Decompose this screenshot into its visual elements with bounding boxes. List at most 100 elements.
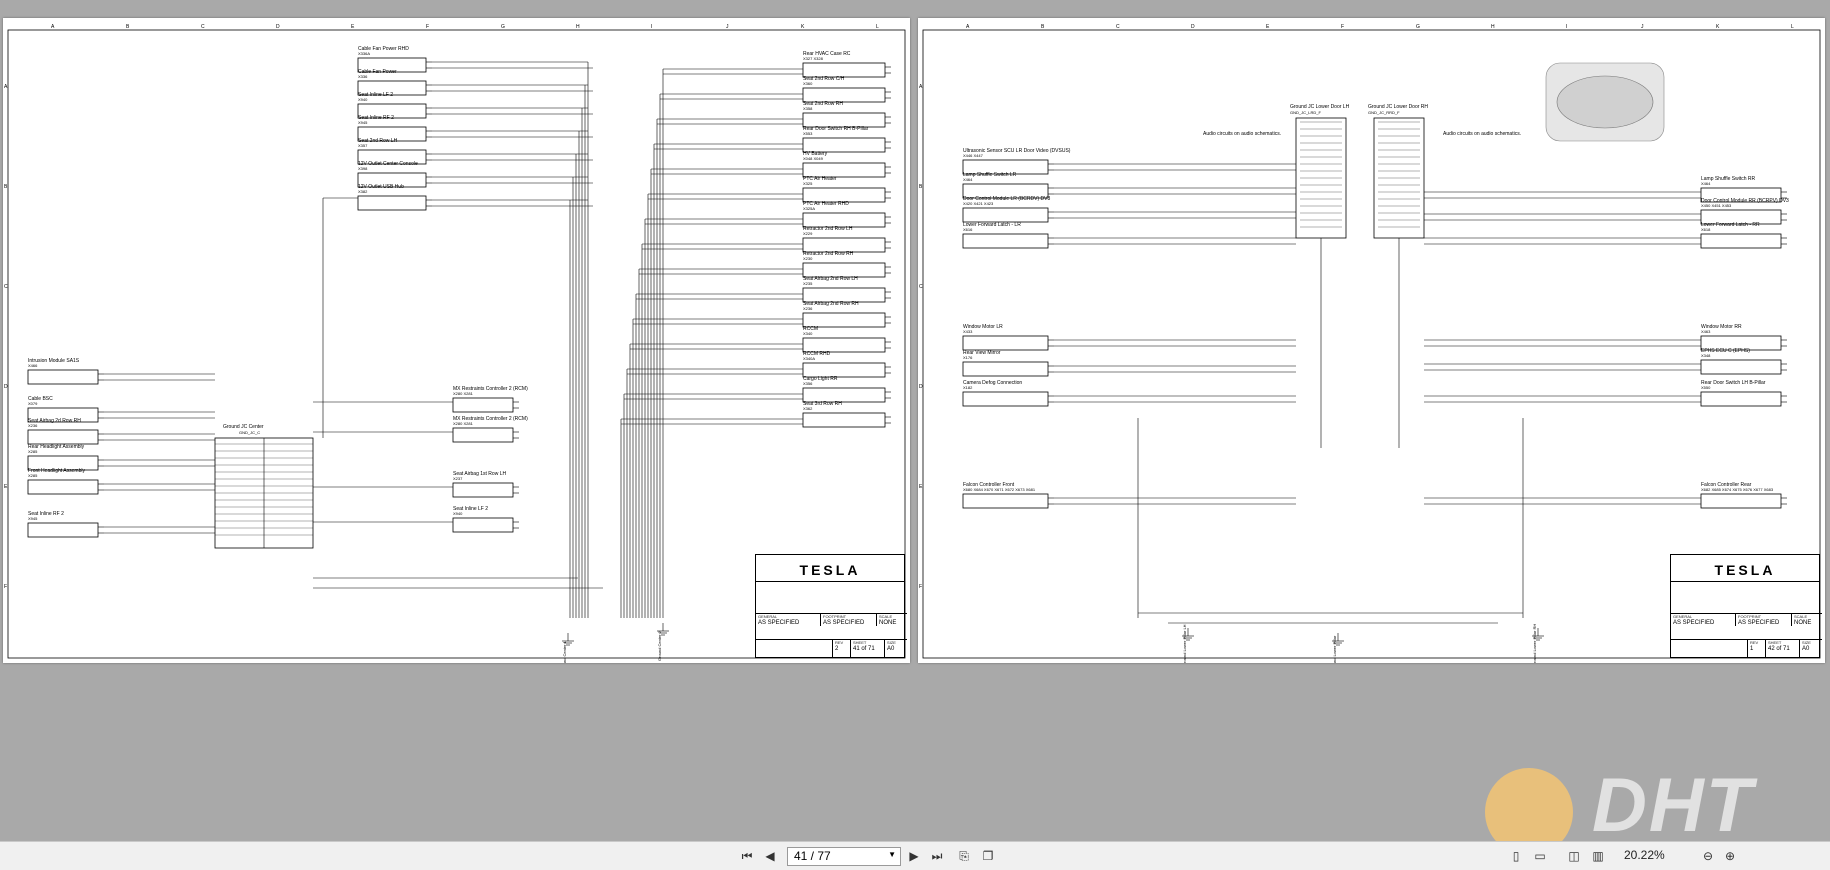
zoom-out-button[interactable]: ⊖ — [1700, 848, 1716, 864]
document-viewer[interactable]: A B C D E F G H I J K L A B C D E F Cable Fan Power RHD X33… — [0, 0, 1830, 860]
grid-letter: A — [51, 24, 55, 30]
grid-letter: B — [126, 24, 130, 30]
page-number-value: 41 / 77 — [794, 849, 831, 863]
rotate-icon: ⎘ — [959, 848, 969, 863]
zoom-level[interactable]: 20.22% — [1624, 848, 1665, 862]
connector-code-l3: X285 — [28, 449, 38, 454]
grid-letter: L — [876, 24, 879, 30]
connector-code-r1: X450 X451 X453 — [1701, 203, 1732, 208]
grid-letter: A — [4, 84, 8, 90]
single-page-icon: ▯ — [1512, 849, 1520, 863]
last-page-button[interactable]: ⏭ — [929, 848, 945, 864]
ground-label: Ground Center 1 — [562, 640, 567, 663]
grid-letter: J — [1641, 24, 1644, 30]
title-block-rev: 1 — [1750, 646, 1754, 652]
single-page-view-button[interactable]: ▯ — [1508, 848, 1524, 864]
copy-page-button[interactable]: ❐ — [980, 848, 996, 864]
connector-r13 — [802, 387, 886, 403]
title-block-footprint: AS SPECIFIED — [823, 620, 865, 626]
grid-letter: D — [4, 384, 8, 390]
connector-l5 — [962, 361, 1049, 377]
grid-letter: B — [1041, 24, 1045, 30]
connector-code-l0: X466 — [28, 363, 38, 368]
grid-letter: C — [919, 284, 923, 290]
connector-r3 — [802, 137, 886, 153]
connector-l4 — [962, 335, 1049, 351]
next-page-button[interactable]: ▶ — [906, 848, 922, 864]
connector-code-l0: X446 X447 — [963, 153, 984, 158]
connector-code-m3: X940 — [453, 511, 463, 516]
connector-l6 — [962, 391, 1049, 407]
title-block-sheet: 42 of 71 — [1768, 646, 1790, 652]
grid-letter: C — [1116, 24, 1120, 30]
connector-code-r6: X325A — [803, 206, 815, 211]
title-block: TESLA GENERAL AS SPECIFIED FOOTPRINT AS SP… — [1670, 554, 1822, 658]
connector-code-l4: X433 — [963, 329, 973, 334]
connector-code-t1: X336 — [358, 74, 368, 79]
connector-code-r6: X682 X685 X674 X675 X676 X677 X683 — [1701, 487, 1774, 492]
connector-code-l1: X079 — [28, 401, 38, 406]
copy-icon: ❐ — [982, 849, 994, 863]
connector-code-l1: X464 — [963, 177, 973, 182]
first-page-button[interactable]: ⏮ — [739, 848, 755, 864]
connector-code-r9: X235 — [803, 281, 813, 286]
grid-letter: D — [1191, 24, 1195, 30]
connector-m2 — [452, 482, 514, 498]
title-block-scale: NONE — [879, 620, 897, 626]
connector-code-m1: X280 X281 — [453, 421, 474, 426]
grid-letter: I — [651, 24, 652, 30]
connector-code-t5: X398 — [358, 166, 368, 171]
connector-r6 — [1700, 493, 1782, 509]
grid-letter: E — [4, 484, 8, 490]
rotate-page-button[interactable]: ⎘ — [956, 848, 972, 864]
grid-letter: A — [966, 24, 970, 30]
connector-code-r4: X048 X049 — [803, 156, 824, 161]
connector-r9 — [802, 287, 886, 303]
continuous-view-button[interactable]: ▭ — [1532, 848, 1548, 864]
connector-code-r2: X618 — [1701, 227, 1711, 232]
title-block-size: A0 — [887, 646, 895, 652]
two-page-icon: ◫ — [1568, 849, 1580, 863]
ground-label: Ground Center 2 — [657, 630, 662, 661]
grid-letter: J — [726, 24, 729, 30]
title-block-footprint: AS SPECIFIED — [1738, 620, 1780, 626]
connector-name-r3: Rear Door Switch RH B-Pillar — [803, 126, 869, 132]
connector-r7 — [802, 237, 886, 253]
connector-code-r0: X464 — [1701, 181, 1711, 186]
connector-code-r10: X236 — [803, 306, 813, 311]
ground-label: Ground Lower Pillar LH — [1182, 624, 1187, 663]
connector-r8 — [802, 262, 886, 278]
connector-code-r8: X230 — [803, 256, 813, 261]
connector-l7 — [962, 493, 1049, 509]
connector-l2 — [27, 429, 99, 445]
facing-view-button[interactable]: ▥ — [1590, 848, 1606, 864]
connector-l3 — [962, 233, 1049, 249]
connector-m0 — [452, 397, 514, 413]
note-audio-right: Audio circuits on audio schematics. — [1443, 131, 1521, 137]
connector-code-m2: X237 — [453, 476, 463, 481]
connector-code-l6: X182 — [963, 385, 973, 390]
chevron-down-icon[interactable]: ▼ — [888, 850, 896, 859]
connector-l4 — [27, 479, 99, 495]
connector-code-r3: X463 — [1701, 329, 1711, 334]
connector-l5 — [27, 522, 99, 538]
grid-letter: F — [1341, 24, 1344, 30]
prev-page-button[interactable]: ◀ — [762, 848, 778, 864]
tesla-logo: TESLA — [1714, 562, 1776, 578]
connector-code-r2: X358 — [803, 106, 813, 111]
title-block-scope: AS SPECIFIED — [758, 620, 800, 626]
connector-l2 — [962, 207, 1049, 223]
two-page-view-button[interactable]: ◫ — [1566, 848, 1582, 864]
grid-letter: B — [919, 184, 923, 190]
connector-r5 — [802, 187, 886, 203]
grid-letter: A — [919, 84, 923, 90]
connector-code-r4: X348 — [1701, 353, 1711, 358]
zoom-in-button[interactable]: ⊕ — [1722, 848, 1738, 864]
center-block-code: GND_JC_C — [239, 430, 260, 435]
grid-letter: B — [4, 184, 8, 190]
connector-r14 — [802, 412, 886, 428]
connector-code-r5: X550 — [1701, 385, 1711, 390]
ground-label: Ground Lower Pillar RH — [1532, 624, 1537, 663]
connector-m1 — [452, 427, 514, 443]
page-number-input[interactable]: 41 / 77 ▼ — [787, 847, 901, 866]
